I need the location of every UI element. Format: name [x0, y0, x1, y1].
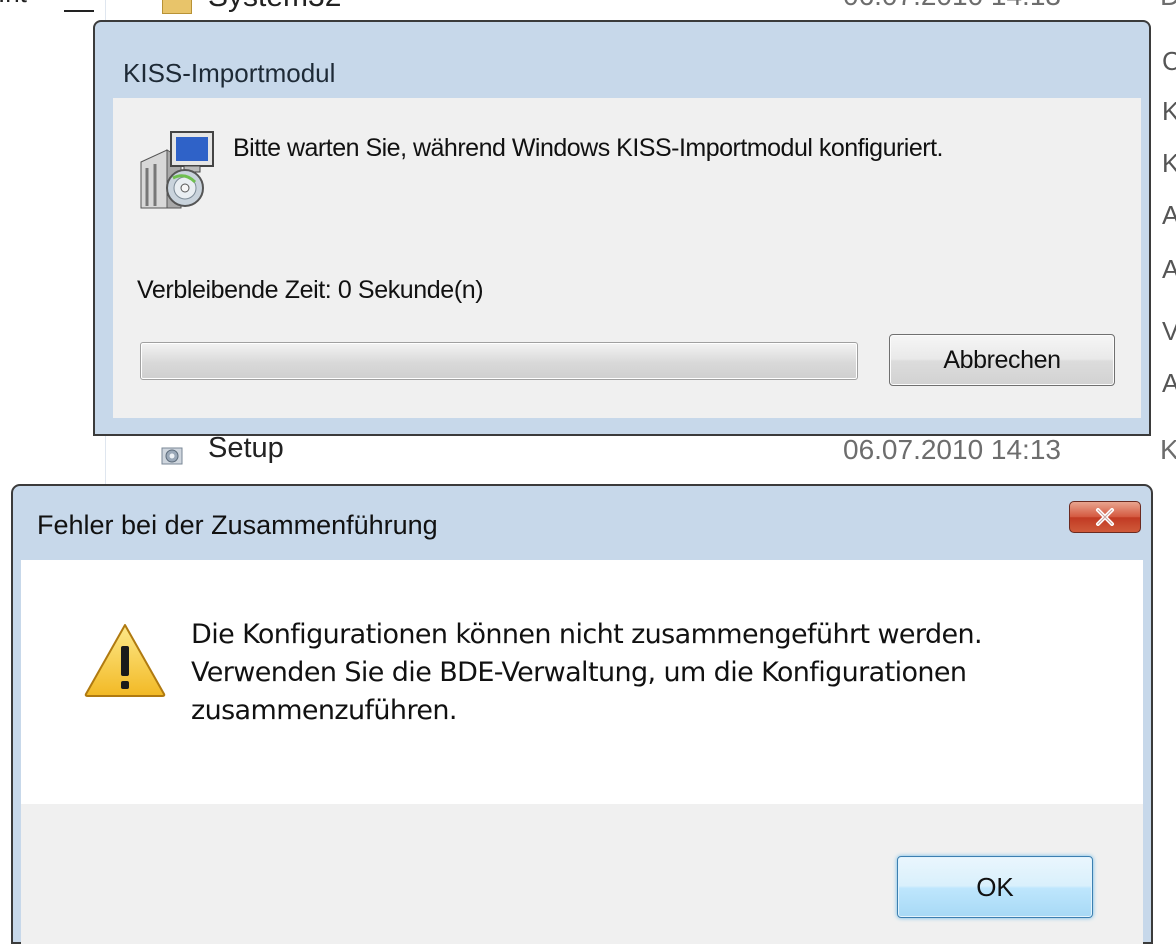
fragment: K — [1162, 148, 1176, 178]
error-message: Die Konfigurationen können nicht zusamme… — [191, 616, 1091, 730]
error-message-line: Die Konfigurationen können nicht zusamme… — [191, 619, 983, 650]
setup-type: K — [1160, 434, 1176, 465]
installer-message: Bitte warten Sie, während Windows KISS-I… — [233, 134, 943, 162]
setup-date: 06.07.2010 14:13 — [843, 434, 1061, 465]
setup-name: Setup — [208, 432, 284, 464]
cancel-button[interactable]: Abbrechen — [889, 334, 1115, 386]
warning-icon — [84, 624, 166, 697]
folder-type: D — [1160, 0, 1176, 12]
installer-dialog-client: Bitte warten Sie, während Windows KISS-I… — [113, 98, 1141, 418]
close-button[interactable] — [1069, 501, 1141, 533]
remaining-time-label: Verbleibende Zeit: 0 Sekunde(n) — [137, 276, 484, 304]
installer-dialog: KISS-Importmodul Bitte warten Sie, währe… — [93, 20, 1151, 436]
error-dialog: Fehler bei der Zusammenführung Die Konfi… — [11, 484, 1153, 944]
folder-date: 06.07.2010 14:13 — [843, 0, 1061, 12]
error-dialog-footer: OK — [21, 804, 1143, 944]
installer-package-icon — [140, 131, 214, 209]
installer-dialog-title: KISS-Importmodul — [123, 58, 336, 88]
explorer-top-row[interactable]: System32 06.07.2010 14:13 D — [150, 0, 1176, 18]
explorer-underline — [64, 10, 94, 12]
folder-icon — [162, 0, 192, 14]
error-message-line: Verwenden Sie die BDE-Verwaltung, um die… — [191, 657, 967, 688]
folder-name: System32 — [208, 0, 341, 14]
fragment: V — [1162, 316, 1176, 346]
fragment: A — [1162, 200, 1176, 230]
explorer-left-fragment: .nt — [0, 0, 27, 9]
error-dialog-body: Die Konfigurationen können nicht zusamme… — [21, 560, 1143, 804]
fragment: A — [1162, 254, 1176, 284]
installer-progress-bar — [140, 342, 858, 380]
setup-icon — [161, 447, 183, 465]
ok-button[interactable]: OK — [897, 856, 1093, 918]
fragment: K — [1162, 96, 1176, 126]
fragment: C — [1162, 46, 1176, 76]
close-icon — [1096, 508, 1114, 526]
error-message-line: zusammenzuführen. — [191, 695, 457, 726]
fragment: A — [1162, 368, 1176, 398]
error-dialog-title: Fehler bei der Zusammenführung — [37, 510, 438, 540]
